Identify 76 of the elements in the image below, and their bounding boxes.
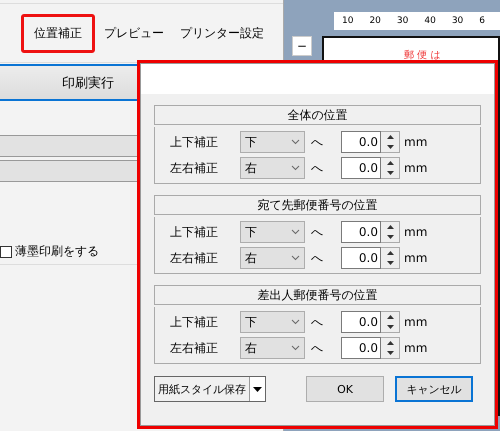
direction-suffix: へ — [310, 250, 324, 266]
spinner[interactable] — [381, 247, 400, 269]
caret-down-icon — [386, 351, 394, 355]
ruler: 10 20 30 40 30 6 — [334, 12, 500, 30]
direction-select[interactable]: 右 — [240, 157, 305, 179]
dialog-button[interactable]: OK — [306, 376, 384, 402]
direction-select[interactable]: 下 — [240, 131, 305, 153]
caret-down-icon — [386, 235, 394, 239]
caret-up-icon — [386, 135, 394, 139]
offset-input[interactable]: 0.0 — [341, 221, 381, 243]
unit-label: mm — [404, 251, 428, 265]
offset-input[interactable]: 0.0 — [341, 247, 381, 269]
group-header: 宛て先郵便番号の位置 — [154, 195, 481, 215]
direction-suffix: へ — [310, 160, 324, 176]
offset-input[interactable]: 0.0 — [341, 157, 381, 179]
chevron-down-icon — [291, 139, 300, 145]
offset-input[interactable]: 0.0 — [341, 131, 381, 153]
direction-suffix: へ — [310, 314, 324, 330]
direction-select[interactable]: 右 — [240, 337, 305, 359]
chevron-down-icon — [291, 165, 300, 171]
select-value: 下 — [245, 224, 257, 240]
field-label: 左右補正 — [170, 340, 219, 356]
unit-label: mm — [404, 315, 428, 329]
group-header: 差出人郵便番号の位置 — [154, 285, 481, 305]
chevron-down-icon — [291, 345, 300, 351]
toolbar-tab[interactable]: 位置補正 — [21, 14, 95, 52]
caret-up-icon — [386, 161, 394, 165]
unit-label: mm — [404, 135, 428, 149]
field-label: 上下補正 — [170, 224, 219, 240]
caret-down-icon — [253, 386, 262, 392]
spinner[interactable] — [381, 221, 400, 243]
caret-up-icon — [386, 251, 394, 255]
spinner[interactable] — [381, 131, 400, 153]
group-header: 全体の位置 — [154, 105, 481, 125]
unit-label: mm — [404, 161, 428, 175]
caret-down-icon — [386, 171, 394, 175]
checkbox-label: 薄墨印刷をする — [15, 243, 99, 260]
dropdown-button[interactable] — [249, 377, 265, 401]
select-value: 右 — [245, 340, 257, 356]
unit-label: mm — [404, 341, 428, 355]
unit-label: mm — [404, 225, 428, 239]
field-label: 左右補正 — [170, 250, 219, 266]
caret-up-icon — [386, 315, 394, 319]
chevron-down-icon — [291, 229, 300, 235]
direction-suffix: へ — [310, 224, 324, 240]
select-value: 下 — [245, 134, 257, 150]
direction-suffix: へ — [310, 134, 324, 150]
spinner[interactable] — [381, 337, 400, 359]
direction-select[interactable]: 下 — [240, 311, 305, 333]
chevron-down-icon — [291, 255, 300, 261]
offset-input[interactable]: 0.0 — [341, 337, 381, 359]
direction-select[interactable]: 右 — [240, 247, 305, 269]
caret-down-icon — [386, 145, 394, 149]
chevron-down-icon — [291, 319, 300, 325]
toolbar-tab[interactable]: プレビュー — [97, 14, 171, 52]
select-value: 右 — [245, 250, 257, 266]
caret-up-icon — [386, 225, 394, 229]
select-value: 右 — [245, 160, 257, 176]
caret-up-icon — [386, 341, 394, 345]
offset-input[interactable]: 0.0 — [341, 311, 381, 333]
save-style-button[interactable]: 用紙スタイル保存 — [155, 377, 249, 401]
select-value: 下 — [245, 314, 257, 330]
toolbar-tab[interactable]: プリンター設定 — [173, 14, 271, 52]
spinner[interactable] — [381, 311, 400, 333]
field-label: 上下補正 — [170, 134, 219, 150]
caret-down-icon — [386, 325, 394, 329]
field-label: 左右補正 — [170, 160, 219, 176]
caret-down-icon — [386, 261, 394, 265]
direction-select[interactable]: 下 — [240, 221, 305, 243]
checkbox[interactable] — [0, 246, 12, 258]
direction-suffix: へ — [310, 340, 324, 356]
dialog-button[interactable]: キャンセル — [395, 376, 473, 402]
spinner[interactable] — [381, 157, 400, 179]
field-label: 上下補正 — [170, 314, 219, 330]
zoom-out-button[interactable]: − — [292, 36, 312, 56]
postcard-text: 郵 便 は — [404, 50, 440, 61]
